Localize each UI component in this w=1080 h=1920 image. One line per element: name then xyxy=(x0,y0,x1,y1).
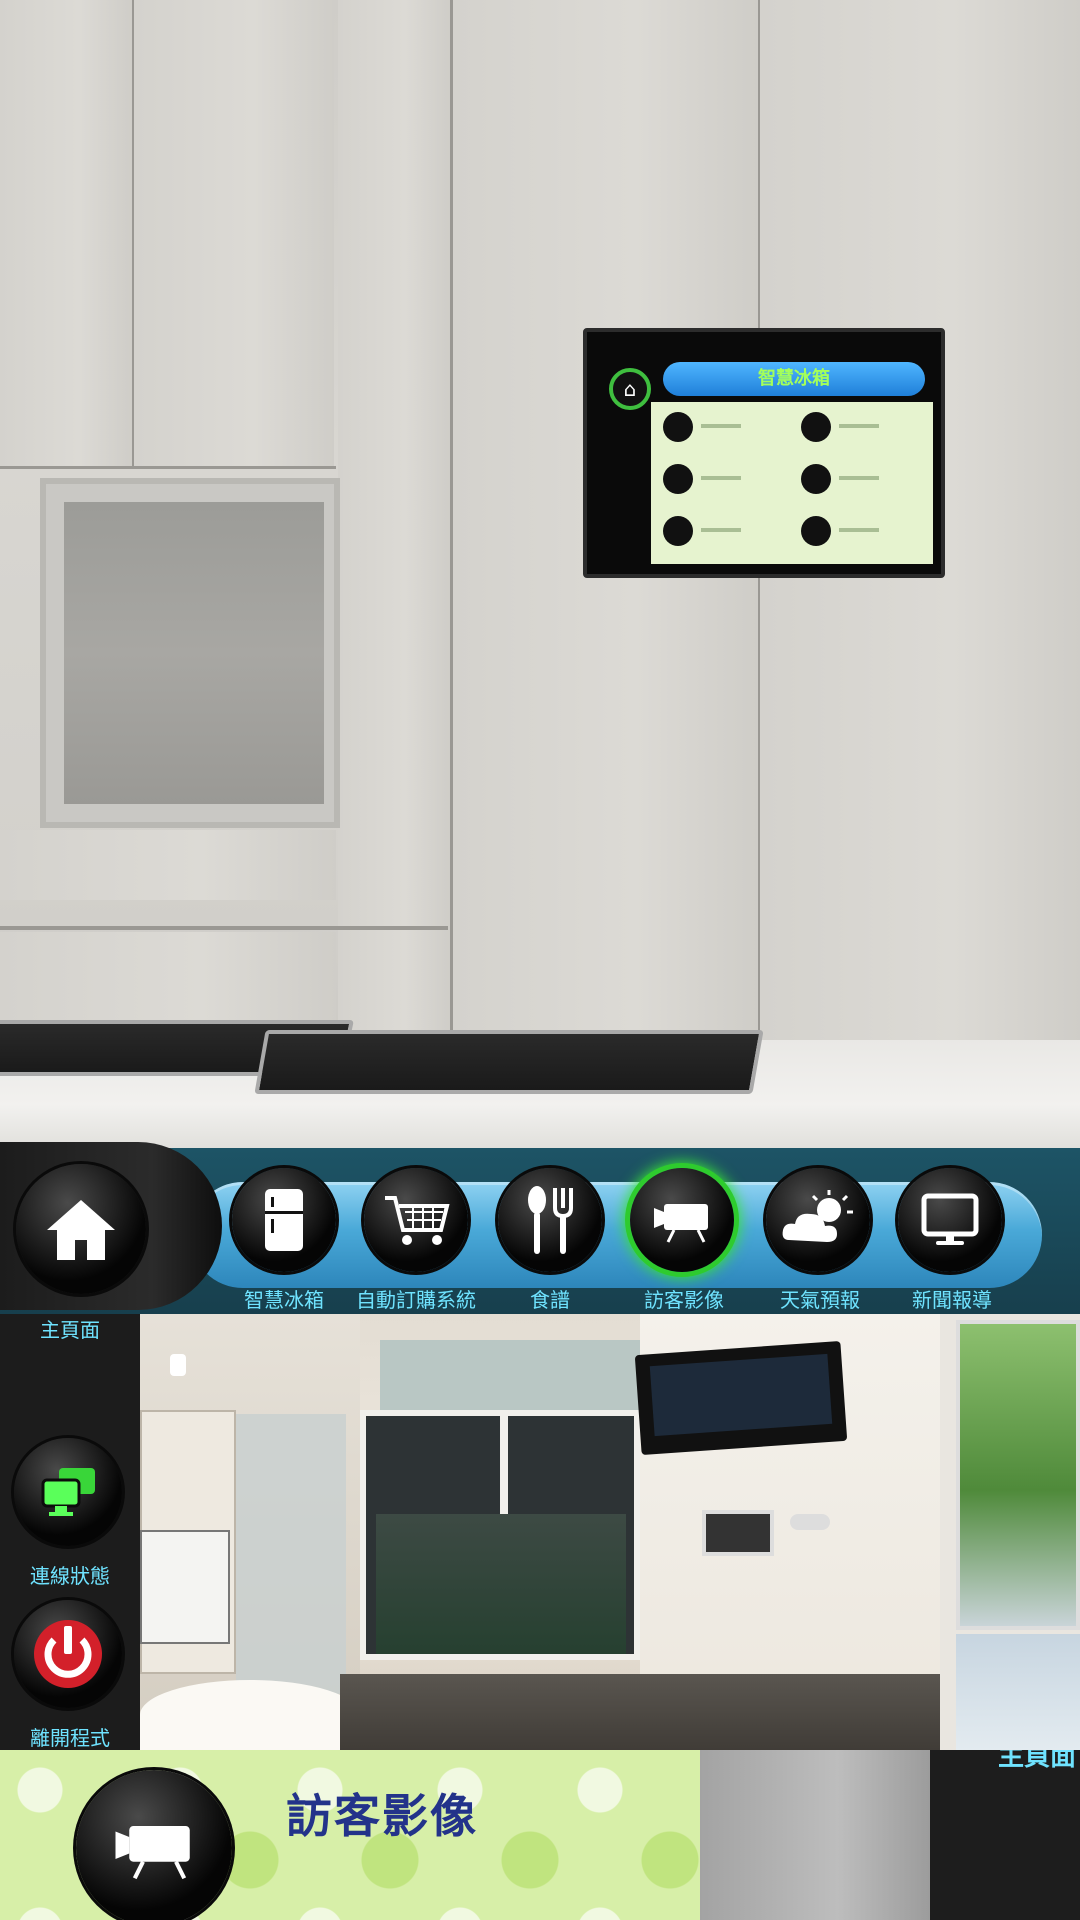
nav-button-recipes[interactable] xyxy=(498,1168,602,1272)
connection-status-label: 連線狀態 xyxy=(30,1564,110,1588)
bottom-preview: 主頁面 訪客影像 xyxy=(0,1750,1080,1920)
glass-cabinet xyxy=(40,478,340,828)
video-camera-icon xyxy=(654,1204,708,1243)
weather-icon xyxy=(782,1190,853,1242)
visitor-video-button[interactable] xyxy=(76,1770,232,1920)
top-nav-bar: 智慧冰箱 自動訂購系統 食譜 訪客影像 天氣預報 新聞報導 xyxy=(0,1142,1080,1314)
nav-button-news[interactable] xyxy=(898,1168,1002,1272)
nav-label-recipes: 食譜 xyxy=(530,1288,570,1312)
connection-icon xyxy=(41,1468,95,1516)
cooktop-right xyxy=(254,1030,764,1094)
wall-mounted-tablet: ⌂ 智慧冰箱 xyxy=(583,328,945,578)
nav-button-visitor-video[interactable] xyxy=(630,1168,734,1272)
home-button[interactable] xyxy=(16,1164,146,1294)
nav-label-weather: 天氣預報 xyxy=(780,1288,860,1312)
spoon-fork-icon xyxy=(528,1186,573,1254)
home-icon xyxy=(47,1200,115,1260)
fridge-icon xyxy=(265,1189,303,1251)
nav-label-fridge: 智慧冰箱 xyxy=(244,1288,324,1312)
home-icon: ⌂ xyxy=(609,368,651,410)
nav-label-auto-order: 自動訂購系統 xyxy=(356,1288,476,1312)
tablet-screen xyxy=(651,402,933,564)
tablet-title: 智慧冰箱 xyxy=(663,362,925,396)
left-sidebar xyxy=(0,1314,140,1750)
cropped-home-label: 主頁面 xyxy=(998,1750,1077,1772)
nav-button-fridge[interactable] xyxy=(232,1168,336,1272)
monitor-icon xyxy=(921,1193,979,1245)
video-camera-icon xyxy=(115,1826,190,1880)
grey-panel xyxy=(700,1750,930,1920)
visitor-camera-feed xyxy=(140,1314,1080,1750)
kitchen-photo: ⌂ 智慧冰箱 xyxy=(0,0,1080,1148)
exit-button[interactable] xyxy=(14,1600,122,1708)
page-title: 訪客影像 xyxy=(286,1789,478,1843)
nav-button-auto-order[interactable] xyxy=(364,1168,468,1272)
shopping-cart-icon xyxy=(385,1196,450,1245)
exit-label: 離開程式 xyxy=(30,1726,110,1750)
home-label: 主頁面 xyxy=(40,1318,100,1342)
nav-label-news: 新聞報導 xyxy=(912,1288,992,1312)
power-icon xyxy=(34,1620,102,1688)
nav-label-visitor-video: 訪客影像 xyxy=(644,1288,724,1312)
dark-panel xyxy=(930,1750,1080,1920)
nav-button-weather[interactable] xyxy=(766,1168,870,1272)
connection-status-button[interactable] xyxy=(14,1438,122,1546)
app-ui: 智慧冰箱 自動訂購系統 食譜 訪客影像 天氣預報 新聞報導 主頁面 連線狀態 離… xyxy=(0,1142,1080,1750)
